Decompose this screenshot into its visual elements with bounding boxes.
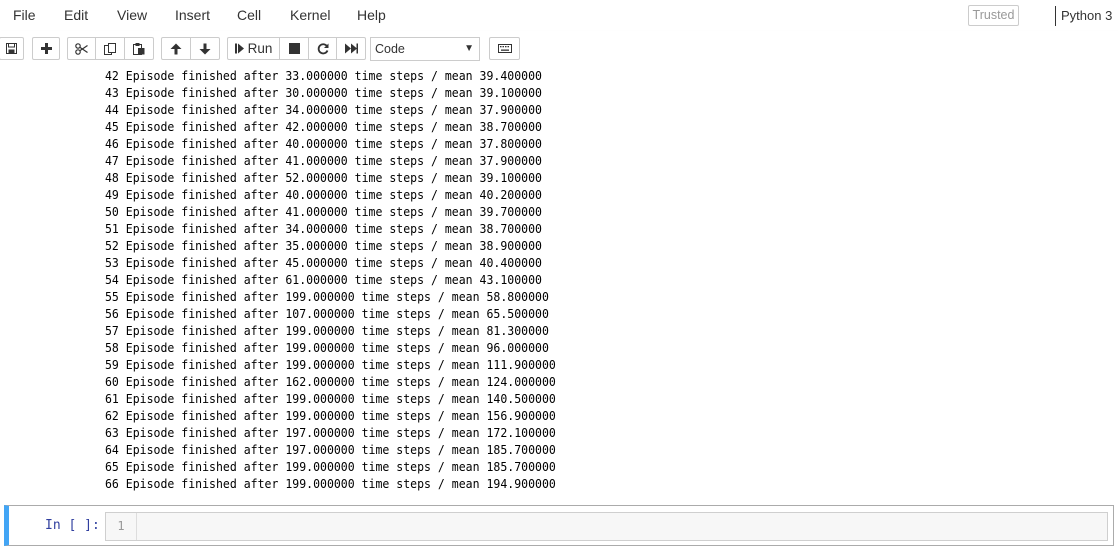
output-line: 63 Episode finished after 197.000000 tim…	[105, 426, 556, 440]
cut-icon	[75, 42, 88, 55]
paste-icon	[133, 42, 145, 55]
arrow-up-icon	[170, 43, 182, 55]
save-button[interactable]	[0, 37, 24, 60]
cell-type-select[interactable]: Code ▼	[370, 37, 480, 61]
output-line: 54 Episode finished after 61.000000 time…	[105, 273, 542, 287]
output-line: 56 Episode finished after 107.000000 tim…	[105, 307, 549, 321]
trusted-indicator[interactable]: Trusted	[968, 5, 1019, 26]
restart-run-all-button[interactable]	[336, 37, 366, 60]
output-line: 51 Episode finished after 34.000000 time…	[105, 222, 542, 236]
output-line: 45 Episode finished after 42.000000 time…	[105, 120, 542, 134]
plus-icon	[40, 43, 52, 54]
cell-type-value: Code	[375, 42, 405, 56]
copy-icon	[104, 42, 116, 55]
output-line: 61 Episode finished after 199.000000 tim…	[105, 392, 556, 406]
output-line: 52 Episode finished after 35.000000 time…	[105, 239, 542, 253]
move-up-button[interactable]	[161, 37, 191, 60]
output-line: 53 Episode finished after 45.000000 time…	[105, 256, 542, 270]
restart-icon	[317, 42, 329, 55]
keyboard-icon	[497, 44, 512, 53]
output-line: 62 Episode finished after 199.000000 tim…	[105, 409, 556, 423]
save-icon	[6, 43, 17, 54]
menu-file[interactable]: File	[13, 7, 36, 23]
line-number: 1	[106, 513, 137, 540]
menu-kernel[interactable]: Kernel	[290, 7, 330, 23]
output-line: 65 Episode finished after 199.000000 tim…	[105, 460, 556, 474]
output-line: 57 Episode finished after 199.000000 tim…	[105, 324, 549, 338]
output-line: 50 Episode finished after 41.000000 time…	[105, 205, 542, 219]
output-line: 66 Episode finished after 199.000000 tim…	[105, 477, 556, 491]
caret-down-icon: ▼	[464, 43, 474, 54]
menu-cell[interactable]: Cell	[237, 7, 261, 23]
output-line: 43 Episode finished after 30.000000 time…	[105, 86, 542, 100]
paste-button[interactable]	[124, 37, 154, 60]
output-line: 47 Episode finished after 41.000000 time…	[105, 154, 542, 168]
menubar: File Edit View Insert Cell Kernel Help T…	[0, 0, 1119, 31]
command-palette-button[interactable]	[489, 37, 520, 60]
output-line: 48 Episode finished after 52.000000 time…	[105, 171, 542, 185]
output-line: 49 Episode finished after 40.000000 time…	[105, 188, 542, 202]
restart-button[interactable]	[308, 37, 337, 60]
output-line: 64 Episode finished after 197.000000 tim…	[105, 443, 556, 457]
menu-help[interactable]: Help	[357, 7, 386, 23]
fast-forward-icon	[344, 43, 358, 54]
step-forward-icon	[234, 43, 244, 54]
kernel-name[interactable]: Python 3	[1055, 6, 1112, 26]
output-line: 59 Episode finished after 199.000000 tim…	[105, 358, 556, 372]
arrow-down-icon	[199, 43, 211, 55]
menu-view[interactable]: View	[117, 7, 147, 23]
copy-button[interactable]	[95, 37, 125, 60]
run-label: Run	[247, 41, 273, 56]
menu-insert[interactable]: Insert	[175, 7, 210, 23]
input-prompt: In [ ]:	[45, 518, 100, 533]
output-line: 58 Episode finished after 199.000000 tim…	[105, 341, 549, 355]
insert-cell-button[interactable]	[32, 37, 60, 60]
move-down-button[interactable]	[190, 37, 220, 60]
output-line: 55 Episode finished after 199.000000 tim…	[105, 290, 549, 304]
output-line: 44 Episode finished after 34.000000 time…	[105, 103, 542, 117]
interrupt-button[interactable]	[279, 37, 309, 60]
output-line: 46 Episode finished after 40.000000 time…	[105, 137, 542, 151]
run-button[interactable]: Run	[227, 37, 280, 60]
cell-output: 42 Episode finished after 33.000000 time…	[0, 67, 1119, 499]
cut-button[interactable]	[67, 37, 96, 60]
output-line: 60 Episode finished after 162.000000 tim…	[105, 375, 556, 389]
output-text: 42 Episode finished after 33.000000 time…	[105, 68, 556, 493]
stop-icon	[288, 43, 300, 54]
output-line: 42 Episode finished after 33.000000 time…	[105, 69, 542, 83]
menu-edit[interactable]: Edit	[64, 7, 88, 23]
code-editor[interactable]: 1	[105, 512, 1108, 541]
